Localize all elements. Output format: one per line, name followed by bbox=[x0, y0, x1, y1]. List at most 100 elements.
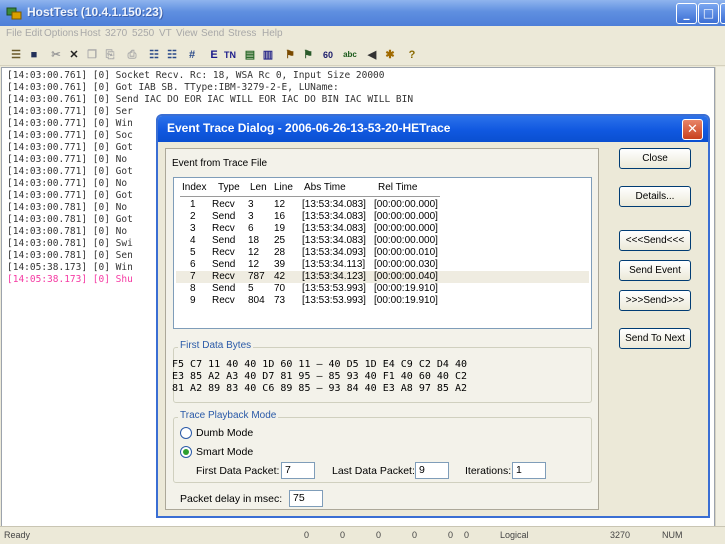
status-port: 3270 bbox=[610, 530, 631, 540]
menu-host[interactable]: Host bbox=[80, 28, 101, 39]
table-row[interactable]: 5 Recv 12 28 [13:53:34.093] [00:00:00.01… bbox=[176, 247, 589, 259]
status-mode: Logical bbox=[500, 530, 529, 540]
table-row[interactable]: 2 Send 3 16 [13:53:34.083] [00:00:00.000… bbox=[176, 211, 589, 223]
table-row[interactable]: 8 Send 5 70 [13:53:53.993] [00:00:19.910… bbox=[176, 283, 589, 295]
cell-len: 12 bbox=[248, 259, 260, 270]
menu-options[interactable]: Options bbox=[44, 28, 78, 39]
first-data-packet-input[interactable]: 7 bbox=[281, 462, 315, 479]
log-line: [14:03:00.781] [0] No bbox=[7, 202, 128, 213]
packet-delay-input[interactable]: 75 bbox=[289, 490, 323, 507]
column-header-line[interactable]: Line bbox=[274, 182, 293, 193]
cell-index: 6 bbox=[190, 259, 196, 270]
menu-file[interactable]: File bbox=[6, 28, 22, 39]
menu-help[interactable]: Help bbox=[262, 28, 283, 39]
title-bar[interactable]: HostTest (10.4.1.150:23) _ □ x bbox=[0, 0, 725, 26]
cell-rel-time: [00:00:00.030] bbox=[374, 259, 438, 270]
send-to-next-button[interactable]: Send To Next bbox=[619, 328, 691, 349]
sixty-icon[interactable]: 60 bbox=[320, 47, 336, 63]
cell-line: 42 bbox=[274, 271, 286, 282]
send-forward-button[interactable]: >>>Send>>> bbox=[619, 290, 691, 311]
cell-type: Send bbox=[212, 283, 236, 294]
menu-5250[interactable]: 5250 bbox=[132, 28, 154, 39]
menu-edit[interactable]: Edit bbox=[25, 28, 42, 39]
column-header-index[interactable]: Index bbox=[182, 182, 206, 193]
table-row[interactable]: 1 Recv 3 12 [13:53:34.083] [00:00:00.000… bbox=[176, 199, 589, 211]
table-row[interactable]: 9 Recv 804 73 [13:53:53.993] [00:00:19.9… bbox=[176, 295, 589, 307]
cell-type: Recv bbox=[212, 247, 235, 258]
cell-rel-time: [00:00:00.040] bbox=[374, 271, 438, 282]
column-header-abs-time[interactable]: Abs Time bbox=[304, 182, 346, 193]
first-data-bytes-label: First Data Bytes bbox=[178, 340, 254, 351]
print-icon[interactable]: ⎙ bbox=[124, 47, 140, 63]
cell-abs-time: [13:53:34.083] bbox=[302, 211, 366, 222]
copy-icon[interactable]: ❐ bbox=[84, 47, 100, 63]
tools-icon[interactable]: ✱ bbox=[382, 47, 398, 63]
menu-stress[interactable]: Stress bbox=[228, 28, 256, 39]
column-header-rel-time[interactable]: Rel Time bbox=[378, 182, 417, 193]
cell-rel-time: [00:00:00.000] bbox=[374, 199, 438, 210]
column-header-type[interactable]: Type bbox=[218, 182, 240, 193]
menu-3270[interactable]: 3270 bbox=[105, 28, 127, 39]
dialog-close-icon[interactable]: ✕ bbox=[682, 119, 703, 140]
maximize-button[interactable]: □ bbox=[698, 3, 719, 24]
close-window-button[interactable]: x bbox=[720, 3, 725, 24]
menu-bar: File Edit Options Host 3270 5250 VT View… bbox=[0, 26, 725, 44]
grid-b-icon[interactable]: ☷ bbox=[164, 47, 180, 63]
cell-rel-time: [00:00:00.000] bbox=[374, 235, 438, 246]
dialog-title-bar[interactable]: Event Trace Dialog - 2006-06-26-13-53-20… bbox=[158, 116, 708, 142]
abc-icon[interactable]: abc bbox=[342, 47, 358, 63]
cell-index: 9 bbox=[190, 295, 196, 306]
tn-icon[interactable]: TN bbox=[222, 47, 238, 63]
first-data-packet-label: First Data Packet: bbox=[196, 465, 280, 477]
vertical-scrollbar[interactable] bbox=[715, 67, 725, 542]
status-count: 0 bbox=[464, 530, 470, 540]
paste-icon[interactable]: ⎘ bbox=[102, 47, 118, 63]
cell-line: 16 bbox=[274, 211, 286, 222]
cell-line: 12 bbox=[274, 199, 286, 210]
e-icon[interactable]: E bbox=[206, 47, 222, 63]
menu-vt[interactable]: VT bbox=[159, 28, 172, 39]
status-num: NUM bbox=[662, 530, 683, 540]
find-icon[interactable]: ⚑ bbox=[282, 47, 298, 63]
data-bytes-line: E3 85 A2 A3 40 D7 81 95 – 85 93 40 F1 40… bbox=[172, 371, 468, 382]
dialog-panel: Event from Trace File Index Type Len Lin… bbox=[165, 148, 599, 510]
delete-icon[interactable]: ✕ bbox=[66, 47, 82, 63]
grid-a-icon[interactable]: ☷ bbox=[146, 47, 162, 63]
table-row[interactable]: 4 Send 18 25 [13:53:34.083] [00:00:00.00… bbox=[176, 235, 589, 247]
send-event-button[interactable]: Send Event bbox=[619, 260, 691, 281]
cell-rel-time: [00:00:00.000] bbox=[374, 223, 438, 234]
status-count: 0 bbox=[304, 530, 310, 540]
dialog-title: Event Trace Dialog - 2006-06-26-13-53-20… bbox=[167, 121, 451, 135]
log-line: [14:03:00.781] [0] No bbox=[7, 226, 128, 237]
smart-mode-label: Smart Mode bbox=[196, 446, 254, 458]
menu-view[interactable]: View bbox=[176, 28, 198, 39]
dumb-mode-radio[interactable] bbox=[180, 427, 192, 439]
cell-abs-time: [13:53:34.093] bbox=[302, 247, 366, 258]
table-row[interactable]: 6 Send 12 39 [13:53:34.113] [00:00:00.03… bbox=[176, 259, 589, 271]
last-data-packet-input[interactable]: 9 bbox=[415, 462, 449, 479]
packet-delay-label: Packet delay in msec: bbox=[180, 493, 283, 505]
cell-len: 787 bbox=[248, 271, 265, 282]
iterations-input[interactable]: 1 bbox=[512, 462, 546, 479]
menu-send[interactable]: Send bbox=[201, 28, 224, 39]
packet-b-icon[interactable]: ▥ bbox=[260, 47, 276, 63]
smart-mode-radio[interactable] bbox=[180, 446, 192, 458]
column-header-len[interactable]: Len bbox=[250, 182, 267, 193]
packet-a-icon[interactable]: ▤ bbox=[242, 47, 258, 63]
help-icon[interactable]: ? bbox=[404, 47, 420, 63]
details-button[interactable]: Details... bbox=[619, 186, 691, 207]
cell-abs-time: [13:53:34.113] bbox=[302, 259, 366, 270]
send-back-button[interactable]: <<<Send<<< bbox=[619, 230, 691, 251]
table-row[interactable]: 3 Recv 6 19 [13:53:34.083] [00:00:00.000… bbox=[176, 223, 589, 235]
grid-c-icon[interactable]: # bbox=[184, 47, 200, 63]
data-bytes-line: F5 C7 11 40 40 1D 60 11 – 40 D5 1D E4 C9… bbox=[172, 359, 468, 370]
save-icon[interactable]: ■ bbox=[26, 47, 42, 63]
chart-icon[interactable]: ⚑ bbox=[300, 47, 316, 63]
minimize-button[interactable]: _ bbox=[676, 3, 697, 24]
cut-icon[interactable]: ✂ bbox=[48, 47, 64, 63]
table-row-selected[interactable]: 7 Recv 787 42 [13:53:34.123] [00:00:00.0… bbox=[176, 271, 589, 283]
sound-icon[interactable]: ◀ bbox=[364, 47, 380, 63]
new-icon[interactable]: ☰ bbox=[8, 47, 24, 63]
trace-event-table[interactable]: Index Type Len Line Abs Time Rel Time 1 … bbox=[173, 177, 592, 329]
close-button[interactable]: Close bbox=[619, 148, 691, 169]
